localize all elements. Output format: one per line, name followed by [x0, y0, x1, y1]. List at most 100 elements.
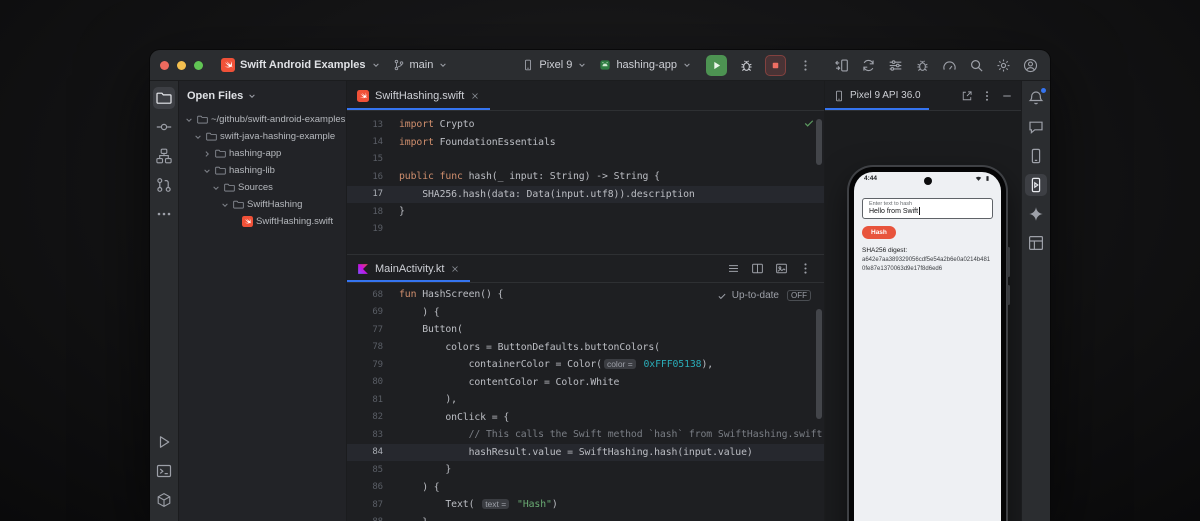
tool-device-explorer[interactable]: [1025, 145, 1047, 167]
tool-more-tools[interactable]: [153, 203, 175, 225]
line-number[interactable]: 19: [347, 224, 399, 234]
project-selector[interactable]: Swift Android Examples: [215, 55, 387, 75]
tool-gemini[interactable]: [1025, 203, 1047, 225]
chevron-right-icon[interactable]: [202, 149, 212, 159]
line-number[interactable]: 83: [347, 430, 399, 440]
code-line-86[interactable]: 86 ) {: [347, 479, 824, 497]
tool-terminal[interactable]: [153, 460, 175, 482]
code-line-79[interactable]: 79 containerColor = Color(color = 0xFFF0…: [347, 356, 824, 374]
design-view-icon[interactable]: [775, 262, 788, 275]
tool-run[interactable]: [153, 431, 175, 453]
tool-layout-inspector[interactable]: [1025, 232, 1047, 254]
close-tab-icon[interactable]: [450, 264, 460, 274]
close-window-button[interactable]: [160, 61, 169, 70]
editor-swift[interactable]: 13import Crypto14import FoundationEssent…: [347, 111, 824, 254]
code-line-16[interactable]: 16public func hash(_ input: String) -> S…: [347, 168, 824, 185]
line-number[interactable]: 79: [347, 360, 399, 370]
panel-options-icon[interactable]: [981, 90, 993, 102]
code-line-13[interactable]: 13import Crypto: [347, 116, 824, 133]
code-line-19[interactable]: 19: [347, 220, 824, 237]
search-everywhere-button[interactable]: [964, 53, 988, 77]
tab-mainactivity-kt[interactable]: MainActivity.kt: [347, 255, 470, 282]
tool-notifications[interactable]: [1025, 87, 1047, 109]
code-line-78[interactable]: 78 colors = ButtonDefaults.buttonColors(: [347, 339, 824, 357]
line-number[interactable]: 77: [347, 325, 399, 335]
device-selector[interactable]: Pixel 9: [516, 56, 593, 74]
line-number[interactable]: 17: [347, 189, 399, 199]
code-line-18[interactable]: 18}: [347, 203, 824, 220]
stop-button[interactable]: [765, 55, 786, 76]
code-line-83[interactable]: 83 // This calls the Swift method `hash`…: [347, 426, 824, 444]
code-line-81[interactable]: 81 ),: [347, 391, 824, 409]
hide-panel-icon[interactable]: [1001, 90, 1013, 102]
code-line-85[interactable]: 85 }: [347, 461, 824, 479]
account-button[interactable]: [1018, 53, 1042, 77]
line-number[interactable]: 14: [347, 137, 399, 147]
tree-item[interactable]: SwiftHashing: [179, 196, 346, 213]
tree-item[interactable]: swift-java-hashing-example: [179, 128, 346, 145]
tree-item[interactable]: ~/github/swift-android-examples: [179, 111, 346, 128]
code-line-77[interactable]: 77 Button(: [347, 321, 824, 339]
tool-services[interactable]: [153, 489, 175, 511]
build-variants-button[interactable]: [883, 53, 907, 77]
line-number[interactable]: 84: [347, 447, 399, 457]
more-options-icon[interactable]: [799, 262, 812, 275]
code-line-82[interactable]: 82 onClick = {: [347, 409, 824, 427]
line-number[interactable]: 87: [347, 500, 399, 510]
compose-preview-status[interactable]: Up-to-date OFF: [717, 290, 811, 301]
code-line-88[interactable]: 88 }: [347, 514, 824, 521]
chevron-down-icon[interactable]: [211, 183, 221, 193]
tool-project[interactable]: [153, 87, 175, 109]
line-number[interactable]: 81: [347, 395, 399, 405]
line-number[interactable]: 82: [347, 412, 399, 422]
tool-ai-assistant[interactable]: [1025, 116, 1047, 138]
chevron-down-icon[interactable]: [193, 132, 203, 142]
code-line-14[interactable]: 14import FoundationEssentials: [347, 133, 824, 150]
line-number[interactable]: 78: [347, 342, 399, 352]
editor-kotlin[interactable]: 68fun HashScreen() {69 ) {77 Button(78 c…: [347, 283, 824, 521]
run-config-selector[interactable]: hashing-app: [593, 56, 698, 74]
code-line-15[interactable]: 15: [347, 151, 824, 168]
tool-pull-requests[interactable]: [153, 174, 175, 196]
line-number[interactable]: 15: [347, 154, 399, 164]
line-number[interactable]: 16: [347, 172, 399, 182]
line-number[interactable]: 69: [347, 307, 399, 317]
open-in-window-icon[interactable]: [961, 90, 973, 102]
tool-structure[interactable]: [153, 145, 175, 167]
line-number[interactable]: 68: [347, 290, 399, 300]
line-number[interactable]: 86: [347, 482, 399, 492]
run-button[interactable]: [706, 55, 727, 76]
tool-commit[interactable]: [153, 116, 175, 138]
zoom-window-button[interactable]: [194, 61, 203, 70]
chevron-down-icon[interactable]: [220, 200, 230, 210]
project-view-selector[interactable]: Open Files: [179, 81, 346, 108]
device-screen[interactable]: 4:44 Enter text to hash Hello from Swift: [854, 172, 1001, 521]
hash-button[interactable]: Hash: [862, 226, 896, 239]
code-line-17[interactable]: 17 SHA256.hash(data: Data(input.utf8)).d…: [347, 186, 824, 203]
code-line-69[interactable]: 69 ) {: [347, 304, 824, 322]
settings-button[interactable]: [991, 53, 1015, 77]
tree-item[interactable]: Sources: [179, 179, 346, 196]
tab-pixel-9[interactable]: Pixel 9 API 36.0: [825, 81, 929, 110]
tree-item[interactable]: SwiftHashing.swift: [179, 213, 346, 230]
line-number[interactable]: 18: [347, 207, 399, 217]
tree-item[interactable]: hashing-app: [179, 145, 346, 162]
code-line-87[interactable]: 87 Text( text = "Hash"): [347, 496, 824, 514]
code-line-80[interactable]: 80 contentColor = Color.White: [347, 374, 824, 392]
line-number[interactable]: 88: [347, 517, 399, 521]
split-view-icon[interactable]: [751, 262, 764, 275]
scrollbar-thumb[interactable]: [816, 309, 822, 419]
scrollbar-thumb[interactable]: [816, 119, 822, 165]
close-tab-icon[interactable]: [470, 91, 480, 101]
sync-project-button[interactable]: [856, 53, 880, 77]
line-number[interactable]: 80: [347, 377, 399, 387]
code-line-84[interactable]: 84 hashResult.value = SwiftHashing.hash(…: [347, 444, 824, 462]
code-view-icon[interactable]: [727, 262, 740, 275]
hash-input-field[interactable]: Enter text to hash Hello from Swift: [862, 198, 993, 219]
vcs-branch-widget[interactable]: main: [387, 56, 455, 74]
tab-swifthashing-swift[interactable]: SwiftHashing.swift: [347, 81, 490, 110]
chevron-down-icon[interactable]: [184, 115, 194, 125]
tree-item[interactable]: hashing-lib: [179, 162, 346, 179]
inspection-ok-icon[interactable]: [803, 117, 815, 129]
chevron-down-icon[interactable]: [202, 166, 212, 176]
